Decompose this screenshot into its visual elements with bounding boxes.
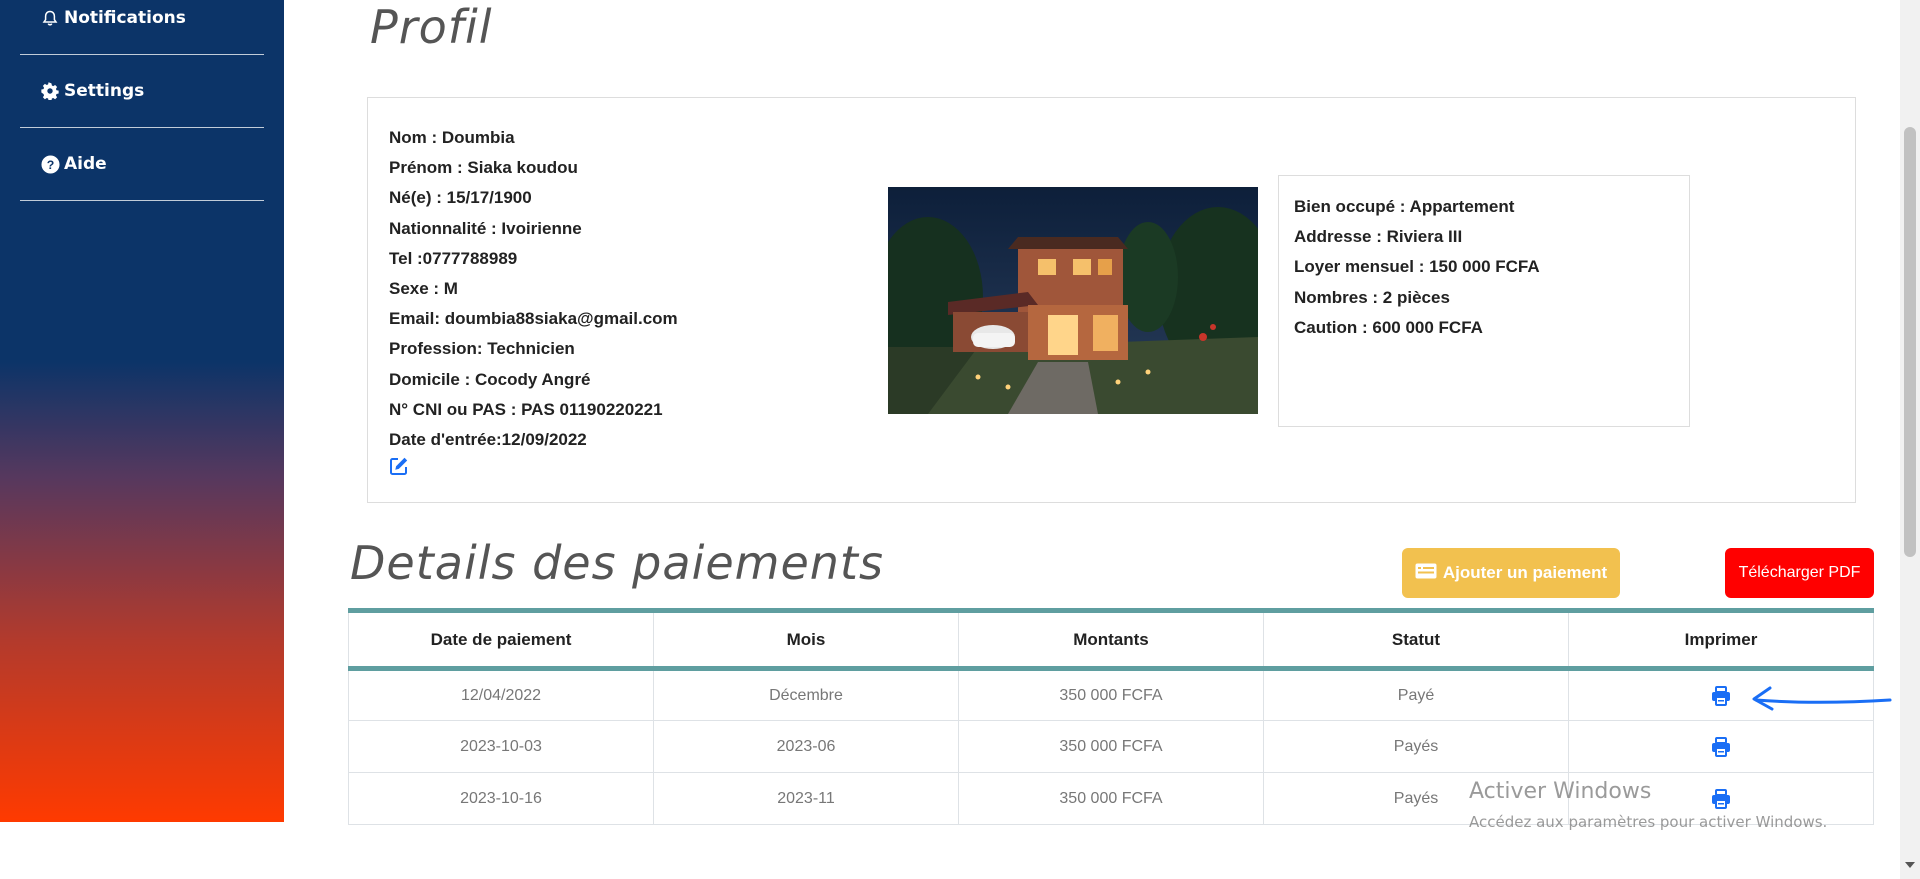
info-nom: Nom : Doumbia [389,128,515,147]
property-rent: Loyer mensuel : 150 000 FCFA [1294,257,1540,277]
column-header: Date de paiement [348,610,654,671]
info-date-entree: Date d'entrée:12/09/2022 [389,429,587,449]
profile-card: Nom : Doumbia Prénom : Siaka koudou Né(e… [367,97,1856,503]
svg-text:?: ? [46,157,54,171]
windows-watermark-title: Activer Windows [1469,779,1652,804]
info-email: Email: doumbia88siaka@gmail.com [389,309,678,329]
windows-watermark-subtitle: Accédez aux paramètres pour activer Wind… [1469,813,1828,831]
sidebar-item-notifications[interactable]: Notifications [20,0,264,55]
cell-amount: 350 000 FCFA [958,720,1264,773]
page-scrollbar[interactable] [1900,0,1920,879]
card-icon [1415,563,1437,584]
cell-month: 2023-06 [653,720,959,773]
house-image [888,187,1258,414]
table-header-row: Date de paiement Mois Montants Statut Im… [348,610,1874,671]
cell-amount: 350 000 FCFA [958,772,1264,825]
print-icon[interactable] [1710,788,1732,810]
annotation-arrow [1752,686,1892,711]
add-payment-label: Ajouter un paiement [1442,563,1608,582]
sidebar-item-aide[interactable]: ? Aide [20,128,264,201]
gear-icon [40,81,60,101]
property-details: Bien occupé : Appartement Addresse : Riv… [1278,175,1690,427]
table-row: 2023-10-03 2023-06 350 000 FCFA Payés [348,720,1874,773]
cell-date: 2023-10-16 [348,772,654,825]
sidebar-item-label: Notifications [64,8,186,28]
cell-print [1568,720,1874,773]
column-header: Mois [653,610,959,671]
info-prenom: Prénom : Siaka koudou [389,158,578,178]
payments-title: Details des paiements [350,536,884,590]
sidebar-item-label: Aide [64,154,107,174]
info-nationalite: Nationnalité : Ivoirienne [389,218,582,238]
print-icon[interactable] [1710,736,1732,758]
property-deposit: Caution : 600 000 FCFA [1294,317,1483,337]
edit-icon[interactable] [389,456,411,478]
info-sexe: Sexe : M [389,278,458,298]
info-naissance: Né(e) : 15/17/1900 [389,188,532,208]
info-cni: N° CNI ou PAS : PAS 01190220221 [389,399,663,419]
cell-date: 2023-10-03 [348,720,654,773]
cell-status: Payé [1263,668,1569,721]
sidebar: Notifications Settings ? Aide [0,0,284,822]
column-header: Statut [1263,610,1569,671]
scrollbar-thumb[interactable] [1904,127,1916,557]
table-row: 12/04/2022 Décembre 350 000 FCFA Payé [348,668,1874,721]
column-header: Imprimer [1568,610,1874,671]
property-rooms: Nombres : 2 pièces [1294,287,1450,307]
info-domicile: Domicile : Cocody Angré [389,369,591,389]
sidebar-item-label: Settings [64,81,145,101]
profile-info-list: Nom : Doumbia Prénom : Siaka koudou Né(e… [389,123,678,455]
add-payment-button[interactable]: Ajouter un paiement [1402,548,1620,598]
sidebar-item-settings[interactable]: Settings [20,55,264,128]
column-header: Montants [958,610,1264,671]
cell-month: Décembre [653,668,959,721]
page-title: Profil [370,0,493,54]
info-tel: Tel :0777788989 [389,248,518,268]
download-pdf-button[interactable]: Télécharger PDF [1725,548,1874,598]
help-icon: ? [40,154,60,174]
cell-status: Payés [1263,720,1569,773]
bell-icon [40,8,60,28]
cell-date: 12/04/2022 [348,668,654,721]
info-profession: Profession: Technicien [389,339,575,359]
cell-amount: 350 000 FCFA [958,668,1264,721]
property-address: Addresse : Riviera III [1294,227,1463,247]
property-type: Bien occupé : Appartement [1294,197,1515,216]
print-icon[interactable] [1710,685,1732,707]
cell-month: 2023-11 [653,772,959,825]
scroll-down-arrow-icon[interactable] [1905,862,1915,868]
